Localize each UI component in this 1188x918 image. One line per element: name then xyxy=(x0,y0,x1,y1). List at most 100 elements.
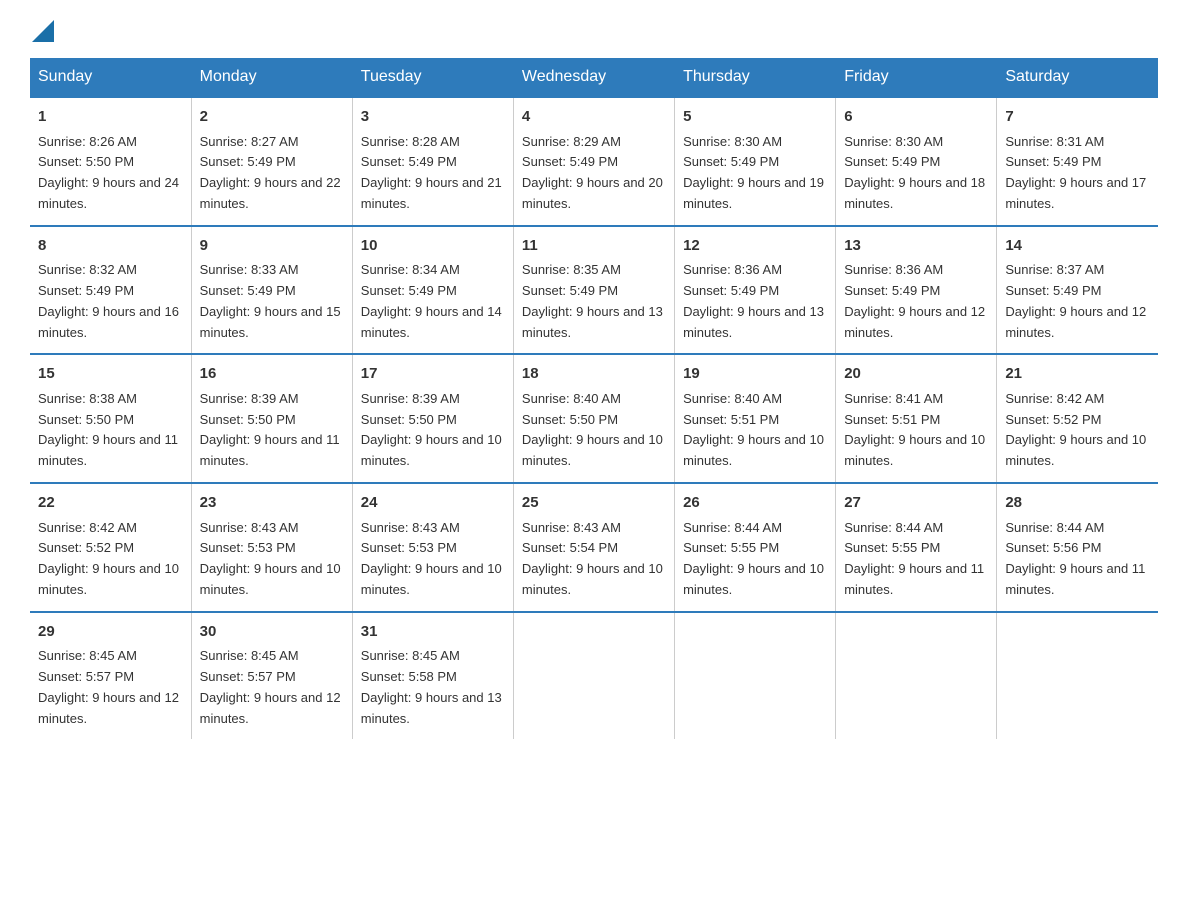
sunrise-info: Sunrise: 8:43 AMSunset: 5:53 PMDaylight:… xyxy=(200,520,341,597)
calendar-table: Sunday Monday Tuesday Wednesday Thursday… xyxy=(30,58,1158,739)
calendar-cell: 15 Sunrise: 8:38 AMSunset: 5:50 PMDaylig… xyxy=(30,354,191,483)
day-number: 18 xyxy=(522,363,666,386)
day-number: 12 xyxy=(683,235,827,258)
calendar-cell: 6 Sunrise: 8:30 AMSunset: 5:49 PMDayligh… xyxy=(836,97,997,226)
day-number: 15 xyxy=(38,363,183,386)
calendar-cell: 18 Sunrise: 8:40 AMSunset: 5:50 PMDaylig… xyxy=(513,354,674,483)
calendar-cell xyxy=(836,612,997,740)
day-number: 2 xyxy=(200,106,344,129)
day-number: 22 xyxy=(38,492,183,515)
calendar-cell: 12 Sunrise: 8:36 AMSunset: 5:49 PMDaylig… xyxy=(675,226,836,355)
day-number: 11 xyxy=(522,235,666,258)
day-number: 10 xyxy=(361,235,505,258)
calendar-cell: 1 Sunrise: 8:26 AMSunset: 5:50 PMDayligh… xyxy=(30,97,191,226)
calendar-cell: 21 Sunrise: 8:42 AMSunset: 5:52 PMDaylig… xyxy=(997,354,1158,483)
calendar-cell: 16 Sunrise: 8:39 AMSunset: 5:50 PMDaylig… xyxy=(191,354,352,483)
sunrise-info: Sunrise: 8:40 AMSunset: 5:51 PMDaylight:… xyxy=(683,391,824,468)
sunrise-info: Sunrise: 8:36 AMSunset: 5:49 PMDaylight:… xyxy=(844,262,985,339)
calendar-cell: 10 Sunrise: 8:34 AMSunset: 5:49 PMDaylig… xyxy=(352,226,513,355)
day-number: 16 xyxy=(200,363,344,386)
calendar-week-row: 15 Sunrise: 8:38 AMSunset: 5:50 PMDaylig… xyxy=(30,354,1158,483)
calendar-cell: 25 Sunrise: 8:43 AMSunset: 5:54 PMDaylig… xyxy=(513,483,674,612)
sunrise-info: Sunrise: 8:39 AMSunset: 5:50 PMDaylight:… xyxy=(361,391,502,468)
sunrise-info: Sunrise: 8:26 AMSunset: 5:50 PMDaylight:… xyxy=(38,134,179,211)
calendar-cell: 9 Sunrise: 8:33 AMSunset: 5:49 PMDayligh… xyxy=(191,226,352,355)
sunrise-info: Sunrise: 8:32 AMSunset: 5:49 PMDaylight:… xyxy=(38,262,179,339)
day-number: 21 xyxy=(1005,363,1150,386)
sunrise-info: Sunrise: 8:42 AMSunset: 5:52 PMDaylight:… xyxy=(38,520,179,597)
sunrise-info: Sunrise: 8:28 AMSunset: 5:49 PMDaylight:… xyxy=(361,134,502,211)
sunrise-info: Sunrise: 8:43 AMSunset: 5:53 PMDaylight:… xyxy=(361,520,502,597)
calendar-cell: 22 Sunrise: 8:42 AMSunset: 5:52 PMDaylig… xyxy=(30,483,191,612)
calendar-cell: 4 Sunrise: 8:29 AMSunset: 5:49 PMDayligh… xyxy=(513,97,674,226)
day-number: 27 xyxy=(844,492,988,515)
calendar-week-row: 29 Sunrise: 8:45 AMSunset: 5:57 PMDaylig… xyxy=(30,612,1158,740)
calendar-cell: 13 Sunrise: 8:36 AMSunset: 5:49 PMDaylig… xyxy=(836,226,997,355)
day-number: 19 xyxy=(683,363,827,386)
day-number: 25 xyxy=(522,492,666,515)
sunrise-info: Sunrise: 8:40 AMSunset: 5:50 PMDaylight:… xyxy=(522,391,663,468)
calendar-cell: 23 Sunrise: 8:43 AMSunset: 5:53 PMDaylig… xyxy=(191,483,352,612)
day-number: 28 xyxy=(1005,492,1150,515)
day-number: 23 xyxy=(200,492,344,515)
day-number: 7 xyxy=(1005,106,1150,129)
sunrise-info: Sunrise: 8:45 AMSunset: 5:57 PMDaylight:… xyxy=(200,648,341,725)
day-number: 14 xyxy=(1005,235,1150,258)
day-number: 6 xyxy=(844,106,988,129)
day-number: 26 xyxy=(683,492,827,515)
calendar-cell: 27 Sunrise: 8:44 AMSunset: 5:55 PMDaylig… xyxy=(836,483,997,612)
sunrise-info: Sunrise: 8:44 AMSunset: 5:56 PMDaylight:… xyxy=(1005,520,1145,597)
day-number: 30 xyxy=(200,621,344,644)
calendar-cell: 26 Sunrise: 8:44 AMSunset: 5:55 PMDaylig… xyxy=(675,483,836,612)
day-number: 5 xyxy=(683,106,827,129)
header xyxy=(30,20,1158,38)
sunrise-info: Sunrise: 8:38 AMSunset: 5:50 PMDaylight:… xyxy=(38,391,178,468)
calendar-cell: 20 Sunrise: 8:41 AMSunset: 5:51 PMDaylig… xyxy=(836,354,997,483)
day-number: 1 xyxy=(38,106,183,129)
calendar-week-row: 22 Sunrise: 8:42 AMSunset: 5:52 PMDaylig… xyxy=(30,483,1158,612)
day-number: 17 xyxy=(361,363,505,386)
sunrise-info: Sunrise: 8:42 AMSunset: 5:52 PMDaylight:… xyxy=(1005,391,1146,468)
day-number: 13 xyxy=(844,235,988,258)
calendar-cell: 29 Sunrise: 8:45 AMSunset: 5:57 PMDaylig… xyxy=(30,612,191,740)
calendar-cell: 17 Sunrise: 8:39 AMSunset: 5:50 PMDaylig… xyxy=(352,354,513,483)
calendar-cell xyxy=(997,612,1158,740)
sunrise-info: Sunrise: 8:43 AMSunset: 5:54 PMDaylight:… xyxy=(522,520,663,597)
sunrise-info: Sunrise: 8:30 AMSunset: 5:49 PMDaylight:… xyxy=(844,134,985,211)
sunrise-info: Sunrise: 8:31 AMSunset: 5:49 PMDaylight:… xyxy=(1005,134,1146,211)
day-number: 31 xyxy=(361,621,505,644)
day-number: 8 xyxy=(38,235,183,258)
day-number: 9 xyxy=(200,235,344,258)
sunrise-info: Sunrise: 8:45 AMSunset: 5:57 PMDaylight:… xyxy=(38,648,179,725)
calendar-cell: 31 Sunrise: 8:45 AMSunset: 5:58 PMDaylig… xyxy=(352,612,513,740)
sunrise-info: Sunrise: 8:44 AMSunset: 5:55 PMDaylight:… xyxy=(844,520,984,597)
sunrise-info: Sunrise: 8:37 AMSunset: 5:49 PMDaylight:… xyxy=(1005,262,1146,339)
calendar-cell: 5 Sunrise: 8:30 AMSunset: 5:49 PMDayligh… xyxy=(675,97,836,226)
calendar-cell: 2 Sunrise: 8:27 AMSunset: 5:49 PMDayligh… xyxy=(191,97,352,226)
sunrise-info: Sunrise: 8:34 AMSunset: 5:49 PMDaylight:… xyxy=(361,262,502,339)
sunrise-info: Sunrise: 8:33 AMSunset: 5:49 PMDaylight:… xyxy=(200,262,341,339)
logo-triangle-icon xyxy=(32,20,54,42)
day-number: 20 xyxy=(844,363,988,386)
day-number: 24 xyxy=(361,492,505,515)
col-monday: Monday xyxy=(191,58,352,97)
logo-content xyxy=(30,20,54,38)
calendar-week-row: 1 Sunrise: 8:26 AMSunset: 5:50 PMDayligh… xyxy=(30,97,1158,226)
sunrise-info: Sunrise: 8:44 AMSunset: 5:55 PMDaylight:… xyxy=(683,520,824,597)
day-number: 3 xyxy=(361,106,505,129)
day-number: 29 xyxy=(38,621,183,644)
calendar-cell: 7 Sunrise: 8:31 AMSunset: 5:49 PMDayligh… xyxy=(997,97,1158,226)
sunrise-info: Sunrise: 8:41 AMSunset: 5:51 PMDaylight:… xyxy=(844,391,985,468)
calendar-cell: 11 Sunrise: 8:35 AMSunset: 5:49 PMDaylig… xyxy=(513,226,674,355)
sunrise-info: Sunrise: 8:36 AMSunset: 5:49 PMDaylight:… xyxy=(683,262,824,339)
sunrise-info: Sunrise: 8:45 AMSunset: 5:58 PMDaylight:… xyxy=(361,648,502,725)
calendar-week-row: 8 Sunrise: 8:32 AMSunset: 5:49 PMDayligh… xyxy=(30,226,1158,355)
calendar-cell: 28 Sunrise: 8:44 AMSunset: 5:56 PMDaylig… xyxy=(997,483,1158,612)
calendar-cell: 24 Sunrise: 8:43 AMSunset: 5:53 PMDaylig… xyxy=(352,483,513,612)
calendar-cell: 3 Sunrise: 8:28 AMSunset: 5:49 PMDayligh… xyxy=(352,97,513,226)
sunrise-info: Sunrise: 8:27 AMSunset: 5:49 PMDaylight:… xyxy=(200,134,341,211)
col-tuesday: Tuesday xyxy=(352,58,513,97)
weekday-header-row: Sunday Monday Tuesday Wednesday Thursday… xyxy=(30,58,1158,97)
col-saturday: Saturday xyxy=(997,58,1158,97)
calendar-cell: 8 Sunrise: 8:32 AMSunset: 5:49 PMDayligh… xyxy=(30,226,191,355)
